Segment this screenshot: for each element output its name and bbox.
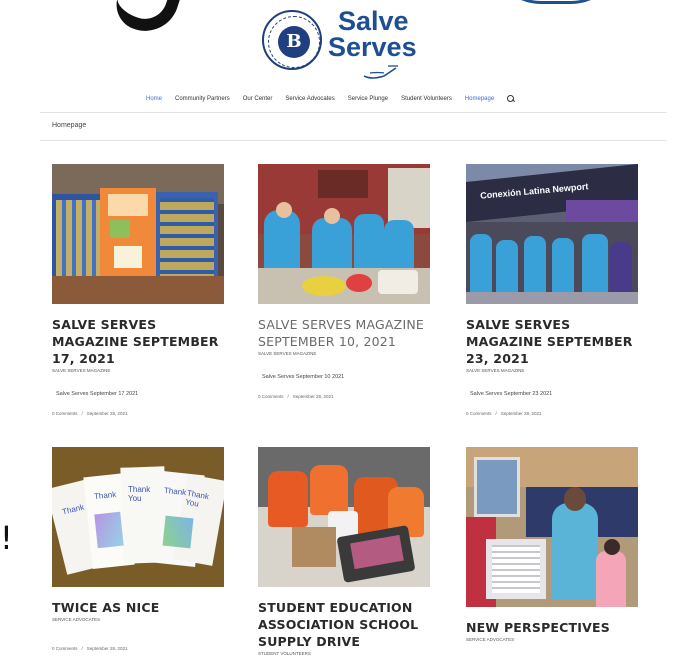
hand-heart-icon (363, 65, 398, 79)
post-excerpt: Salve Serves September 23 2021 (470, 391, 553, 397)
post-meta: 0 Comments / September 28, 2021 (466, 411, 542, 416)
university-seal-icon: B (262, 10, 322, 70)
post-date: September 28, 2021 (86, 411, 128, 416)
post-thumbnail-thank-you-cards[interactable]: Thank Thank Thank You Thank Thank You (52, 447, 224, 587)
post-date: September 28, 2021 (500, 411, 542, 416)
nav-homepage[interactable]: Homepage (465, 96, 494, 102)
logo-wordmark: Salve Serves (328, 6, 417, 62)
post-card: STUDENT EDUCATION ASSOCIATION SCHOOL SUP… (258, 447, 430, 656)
post-comments-link[interactable]: 0 Comments (52, 411, 78, 416)
post-comments-link[interactable]: 0 Comments (52, 646, 78, 651)
breadcrumb: Homepage (52, 122, 87, 129)
post-date: September 28, 2021 (292, 394, 334, 399)
post-excerpt: Salve Serves September 17 2021 (56, 391, 139, 397)
post-card: SALVE SERVES MAGAZINE SEPTEMBER 17, 2021… (52, 164, 224, 416)
post-title[interactable]: SALVE SERVES MAGAZINE SEPTEMBER 23, 2021 (466, 316, 638, 367)
main-nav: Home Community Partners Our Center Servi… (146, 95, 515, 103)
nav-our-center[interactable]: Our Center (243, 96, 273, 102)
divider (40, 140, 667, 141)
post-card: Conexión Latina Newport SALVE SERVES MAG… (466, 164, 638, 416)
post-category[interactable]: SALVE SERVES MAGAZINE (258, 351, 430, 356)
post-meta: 0 Comments / September 28, 2021 (52, 646, 128, 651)
nav-community-partners[interactable]: Community Partners (175, 96, 230, 102)
cropped-blue-badge-graphic (491, 0, 621, 4)
post-card: NEW PERSPECTIVES SERVICE ADVOCATES (466, 447, 638, 642)
post-thumbnail-volunteers-kitchen[interactable] (258, 164, 430, 304)
post-thumbnail-backpack-donations[interactable] (258, 447, 430, 587)
nav-service-plunge[interactable]: Service Plunge (348, 96, 388, 102)
post-excerpt: Salve Serves September 10 2021 (262, 374, 345, 380)
post-category[interactable]: SERVICE ADVOCATES (52, 617, 224, 622)
post-category[interactable]: STUDENT VOLUNTEERS (258, 651, 430, 656)
post-card: SALVE SERVES MAGAZINE SEPTEMBER 10, 2021… (258, 164, 430, 399)
divider (40, 112, 667, 113)
post-title[interactable]: NEW PERSPECTIVES (466, 619, 638, 636)
search-icon[interactable] (507, 95, 515, 103)
post-thumbnail-volunteers-storefront[interactable]: Conexión Latina Newport (466, 164, 638, 304)
nav-home[interactable]: Home (146, 96, 162, 102)
post-thumbnail-pantry-volunteers[interactable] (466, 447, 638, 607)
post-category[interactable]: SERVICE ADVOCATES (466, 637, 638, 642)
post-card: Thank Thank Thank You Thank Thank You TW… (52, 447, 224, 651)
post-title[interactable]: STUDENT EDUCATION ASSOCIATION SCHOOL SUP… (258, 599, 430, 650)
post-category[interactable]: SALVE SERVES MAGAZINE (52, 368, 224, 373)
post-meta: 0 Comments / September 28, 2021 (258, 394, 334, 399)
post-date: September 28, 2021 (86, 646, 128, 651)
post-comments-link[interactable]: 0 Comments (258, 394, 284, 399)
post-title[interactable]: SALVE SERVES MAGAZINE SEPTEMBER 17, 2021 (52, 316, 224, 367)
cropped-swoosh-graphic (109, 0, 187, 40)
post-thumbnail-classroom-poster-display[interactable] (52, 164, 224, 304)
post-category[interactable]: SALVE SERVES MAGAZINE (466, 368, 638, 373)
site-logo[interactable]: B Salve Serves (262, 6, 432, 86)
nav-service-advocates[interactable]: Service Advocates (285, 96, 334, 102)
post-meta: 0 Comments / September 28, 2021 (52, 411, 128, 416)
nav-student-volunteers[interactable]: Student Volunteers (401, 96, 452, 102)
post-comments-link[interactable]: 0 Comments (466, 411, 492, 416)
post-title[interactable]: TWICE AS NICE (52, 599, 224, 616)
cropped-exclamation-graphic: ! (0, 519, 13, 557)
post-title[interactable]: SALVE SERVES MAGAZINE SEPTEMBER 10, 2021 (258, 316, 430, 350)
